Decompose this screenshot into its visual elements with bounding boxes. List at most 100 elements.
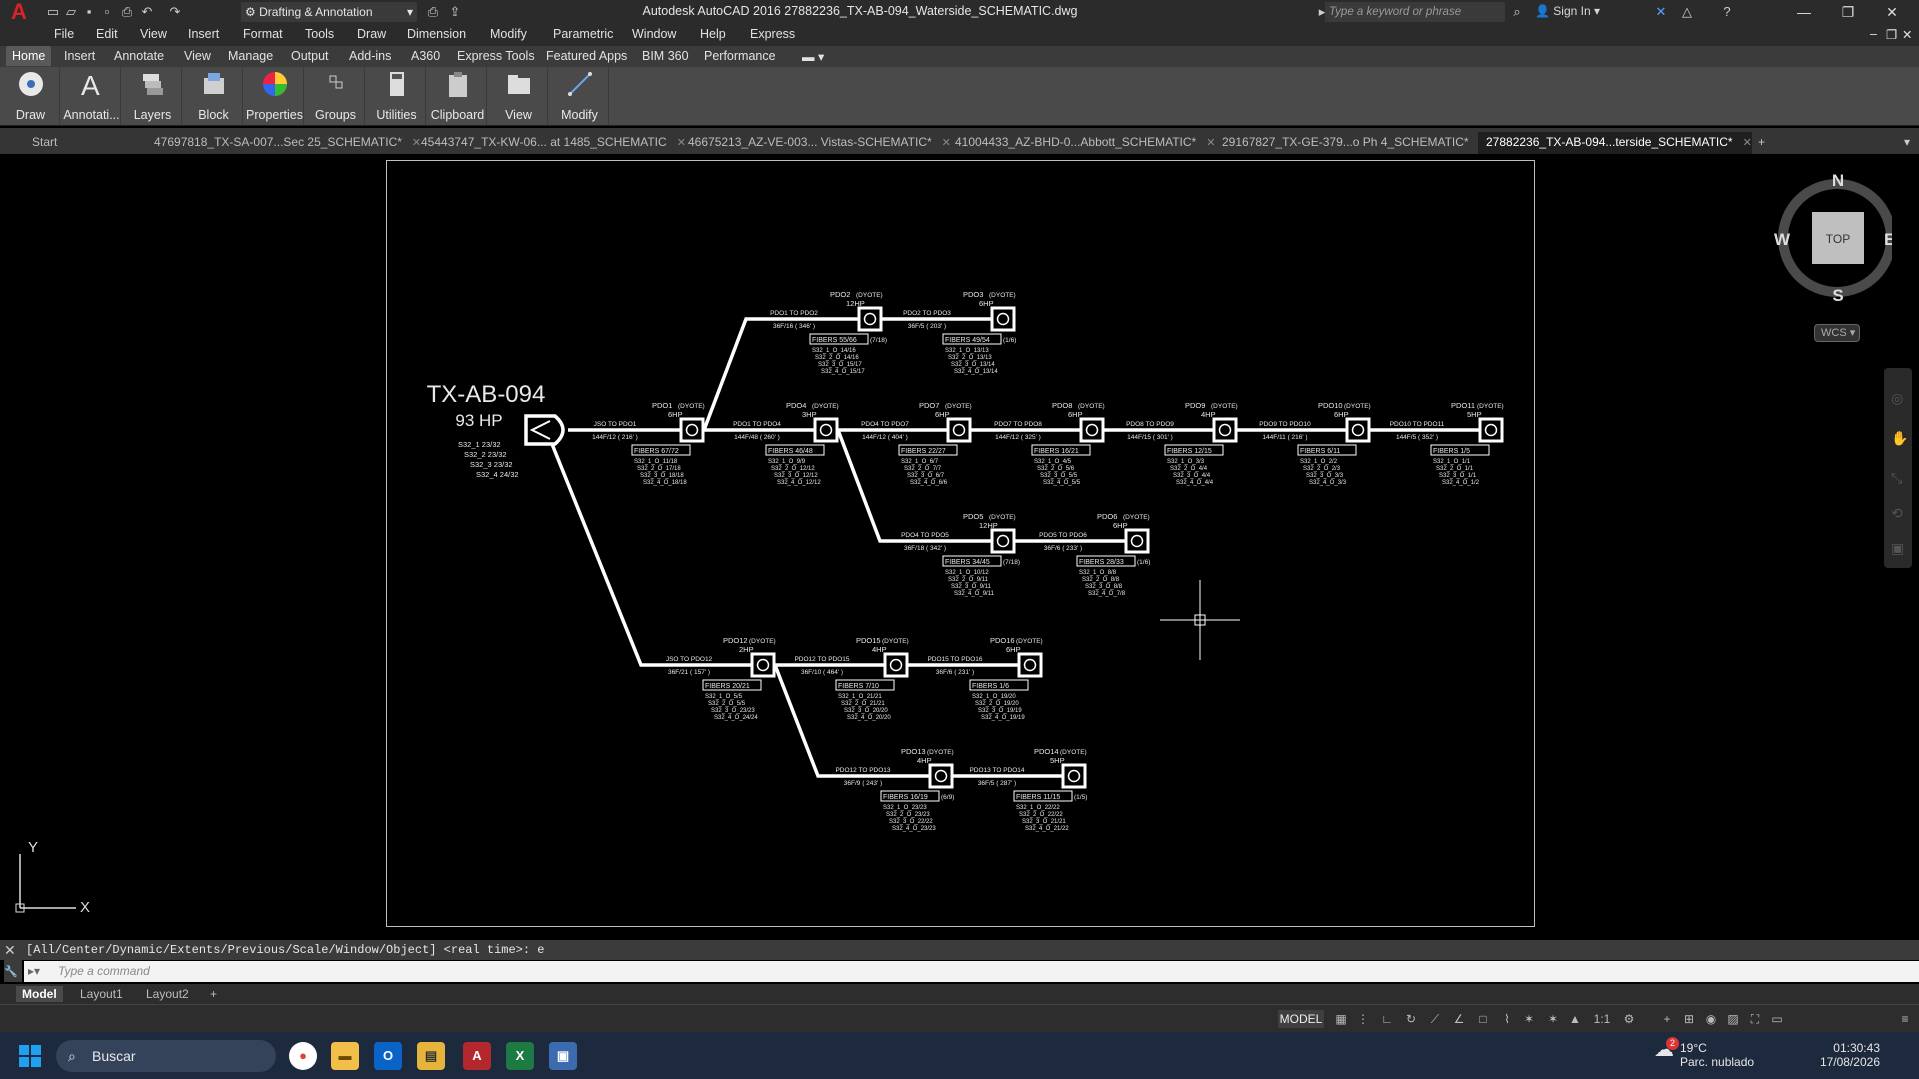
grid-icon[interactable]: ▦ [1334,1012,1348,1026]
pdo-box [928,763,954,789]
jso-arrow [529,420,551,440]
cable-label: PDO13 TO PDO14 [969,767,1024,774]
pdo-fibers: FIBERS 67/72 [634,448,679,455]
autoscale-icon[interactable]: ✶ [1546,1012,1560,1026]
pdo-tag: (DYOTE) [812,403,839,410]
wcs-menu[interactable]: WCS ▾ [1814,324,1860,342]
steering-wheel-icon[interactable]: ◎ [1891,390,1903,407]
pdo-tag: (DYOTE) [1477,403,1504,410]
pdo-tag: (DYOTE) [927,749,954,756]
cable-spec: 36F/5 ( 287' ) [978,780,1016,787]
compass-east[interactable]: E [1884,230,1892,249]
pdo-box [990,528,1016,554]
weather-widget[interactable]: ☁ 2 19°C Parc. nublado [1654,1037,1755,1069]
weather-desc: Parc. nublado [1680,1055,1755,1069]
tab-layout2[interactable]: Layout2 [140,986,195,1002]
pdo-tag: (DYOTE) [989,514,1016,521]
close-icon[interactable]: ✕ [4,940,22,959]
clock[interactable]: 01:30:43 17/08/2026 [1800,1041,1880,1069]
cable-spec: 144F/11 ( 216' ) [1262,434,1307,441]
annotation-scale-icon[interactable]: ▲ [1568,1012,1582,1026]
site-name: TX-AB-094 [427,381,546,408]
lineweight-icon[interactable]: ⌇ [1500,1012,1514,1026]
pdo-detail: S32_2_O_14/16 [815,355,859,361]
units-icon[interactable]: ⊞ [1682,1012,1696,1026]
hardware-accel-icon[interactable]: ▨ [1726,1012,1740,1026]
tab-model[interactable]: Model [16,986,63,1002]
polar-icon[interactable]: ↻ [1404,1012,1418,1026]
autocad-taskbar-icon[interactable]: A [463,1042,491,1070]
snap-icon[interactable]: ⋮ [1356,1012,1370,1026]
layout-tabs: Model Layout1 Layout2 + [0,984,1919,1004]
pdo-detail: S32_3_O_23/23 [711,708,755,714]
add-layout-button[interactable]: + [204,986,223,1002]
showmotion-icon[interactable]: ▣ [1891,540,1904,557]
schematic-drawing[interactable]: TX-AB-09493 HPS32_1 23/32S32_2 23/32S32_… [0,0,1919,1079]
orbit-icon[interactable]: ⟲ [1891,505,1903,522]
ucs-x-label: X [80,899,90,916]
pdo-fibers: FIBERS 16/19 [883,794,928,801]
windows-taskbar: ⌕ Buscar ● ▬ O ▤ A X ▣ ☁ 2 19°C Parc. nu… [0,1032,1919,1079]
pdo-detail: S32_2_O_5/5 [708,701,746,707]
pdo-fibers: FIBERS 20/21 [705,683,750,690]
pdo-detail: S32_4_O_9/11 [954,591,995,597]
annotation-scale-value[interactable]: 1:1 [1590,1012,1614,1026]
cable-label: PDO9 TO PDO10 [1259,421,1311,428]
cable-spec: 36F/9 ( 243' ) [844,780,882,787]
command-prompt-icon[interactable]: ▸▾ [28,961,40,982]
pdo-detail: S32_1_O_9/9 [768,459,806,465]
pdo-hp: 3HP [802,410,817,419]
pdo-detail: S32_1_O_6/7 [901,459,939,465]
pdo-box [883,652,909,678]
command-input[interactable]: ▸▾ Type a command [24,961,1919,982]
command-line-handle[interactable]: ✕ 🔧 [4,940,22,982]
chrome-icon[interactable]: ● [289,1042,317,1070]
zoom-icon[interactable]: ⤡ [1891,470,1902,487]
pdo-name: PDO12 [723,636,748,645]
cable-spec: 144F/5 ( 352' ) [1396,434,1438,441]
pdo-tag: (DYOTE) [856,292,883,299]
notes-app-icon[interactable]: ▤ [417,1042,445,1070]
pdo-detail: S32_1_O_4/5 [1034,459,1072,465]
viewcube[interactable]: TOP N S W E [1772,172,1892,302]
pdo-hp: 12HP [979,521,998,530]
pdo-name: PDO4 [786,401,806,410]
menu-icon[interactable]: ≡ [1898,1012,1912,1026]
object-snap-tracking-icon[interactable]: ∠ [1452,1012,1466,1026]
file-explorer-icon[interactable]: ▬ [331,1042,359,1070]
remote-desktop-icon[interactable]: ▣ [549,1042,577,1070]
annotation-visibility-icon[interactable]: ✶ [1522,1012,1536,1026]
wrench-icon[interactable]: 🔧 [4,959,22,978]
pdo-hp: 6HP [1334,410,1349,419]
isodraft-icon[interactable]: ⟋ [1428,1012,1442,1026]
object-snap-icon[interactable]: □ [1476,1012,1490,1026]
compass-north[interactable]: N [1832,172,1844,190]
pdo-hp: 12HP [846,299,865,308]
compass-west[interactable]: W [1774,230,1791,249]
workspace-switch-icon[interactable]: ⚙ [1622,1012,1636,1026]
cable-label: PDO2 TO PDO3 [903,310,951,317]
pdo-detail: S32_4_O_7/8 [1088,591,1126,597]
pdo-detail: S32_4_O_5/5 [1043,480,1081,486]
pdo-box [1478,417,1504,443]
windows-start-icon[interactable] [18,1044,42,1068]
customization-icon[interactable]: ▭ [1770,1012,1784,1026]
taskbar-search[interactable]: ⌕ Buscar [56,1040,276,1072]
pdo-detail: S32_3_O_1/1 [1439,473,1477,479]
pdo-detail: S32_3_O_6/7 [907,473,945,479]
outlook-icon[interactable]: O [374,1042,402,1070]
pan-icon[interactable]: ✋ [1891,430,1908,447]
model-space-button[interactable]: MODEL [1278,1010,1324,1028]
pdo-extra: (1/6) [1137,559,1150,566]
plus-icon[interactable]: + [1660,1012,1674,1026]
clean-screen-icon[interactable]: ⛶ [1748,1012,1762,1026]
compass-south[interactable]: S [1832,286,1843,302]
cable-label: JSO TO PDO12 [666,656,713,663]
excel-icon[interactable]: X [506,1042,534,1070]
ortho-icon[interactable]: ∟ [1380,1012,1394,1026]
pdo-tag: (DYOTE) [1344,403,1371,410]
isolate-icon[interactable]: ◉ [1704,1012,1718,1026]
pdo-detail: S32_1_O_5/5 [705,694,743,700]
tab-layout1[interactable]: Layout1 [74,986,129,1002]
cable-spec: 36F/21 ( 157' ) [668,669,710,676]
